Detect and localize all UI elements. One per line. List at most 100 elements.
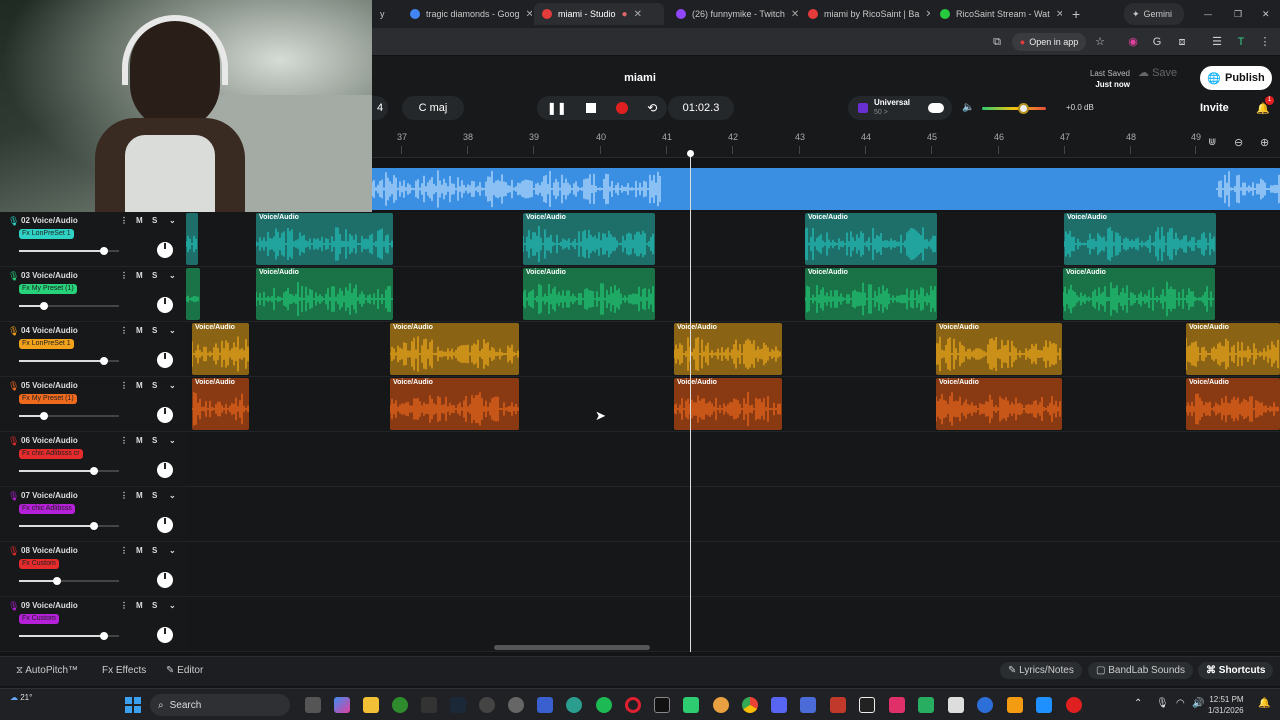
app-icon[interactable] <box>859 697 875 713</box>
track-name[interactable]: 02 Voice/Audio <box>21 216 78 225</box>
file-explorer-icon[interactable] <box>363 697 379 713</box>
app-icon[interactable] <box>1007 697 1023 713</box>
gemini-button[interactable]: ✦ Gemini <box>1124 3 1184 25</box>
chevron-down-icon[interactable]: ⌄ <box>169 216 176 225</box>
preset-selector[interactable]: Universal 50 > <box>848 96 952 120</box>
zoom-out-icon[interactable]: ⊖ <box>1234 136 1243 149</box>
tab-tragic-diamonds[interactable]: tragic diamonds - Goog ✕ <box>402 3 532 25</box>
track-volume-slider[interactable] <box>19 357 119 365</box>
extension-icon[interactable]: ◉ <box>1126 35 1140 49</box>
pause-icon[interactable]: ❚❚ <box>547 101 567 115</box>
shortcuts-button[interactable]: ⌘ Shortcuts <box>1198 662 1274 679</box>
settings-gear-icon[interactable] <box>508 697 524 713</box>
app-icon[interactable] <box>479 697 495 713</box>
close-icon[interactable]: ✕ <box>1056 9 1062 20</box>
solo-button[interactable]: S <box>152 271 157 280</box>
audio-clip-partial[interactable] <box>186 268 200 320</box>
taskbar-clock[interactable]: 12:51 PM 1/31/2026 <box>1208 694 1244 716</box>
loop-icon[interactable]: ⟲ <box>647 101 657 115</box>
epic-games-icon[interactable] <box>421 697 437 713</box>
tab-partial[interactable]: y <box>372 3 402 25</box>
track-volume-knob[interactable] <box>90 467 98 475</box>
pan-knob[interactable] <box>157 462 173 478</box>
zoom-in-icon[interactable]: ⊕ <box>1260 136 1269 149</box>
master-volume-slider[interactable] <box>982 103 1046 114</box>
fx-preset-badge[interactable]: Fx LonPreSet 1 <box>19 229 74 239</box>
close-icon[interactable]: ✕ <box>634 9 642 20</box>
track-volume-slider[interactable] <box>19 632 119 640</box>
fx-preset-badge[interactable]: Fx chic Adlibsss <box>19 504 75 514</box>
spotify-icon[interactable] <box>596 697 612 713</box>
track-menu-icon[interactable]: ⋮ <box>120 546 128 555</box>
pan-knob[interactable] <box>157 242 173 258</box>
audio-clip[interactable]: Voice/Audio <box>936 378 1062 430</box>
app-icon[interactable] <box>800 697 816 713</box>
pan-knob[interactable] <box>157 407 173 423</box>
track-volume-slider[interactable] <box>19 247 119 255</box>
record-icon[interactable] <box>615 102 628 114</box>
pan-knob[interactable] <box>157 297 173 313</box>
track-name[interactable]: 07 Voice/Audio <box>21 491 78 500</box>
preset-toggle[interactable] <box>928 103 944 113</box>
audio-clip[interactable]: Voice/Audio <box>390 323 519 375</box>
track-header[interactable]: 🎙 08 Voice/Audio ⋮ M S ⌄ Fx Custom <box>0 542 186 596</box>
track-name[interactable]: 05 Voice/Audio <box>21 381 78 390</box>
track-volume-slider[interactable] <box>19 412 119 420</box>
app-icon[interactable] <box>948 697 964 713</box>
chevron-down-icon[interactable]: ⌄ <box>169 601 176 610</box>
master-volume-knob[interactable] <box>1018 103 1029 114</box>
audio-clip[interactable]: Voice/Audio <box>1186 323 1280 375</box>
bar-display[interactable]: 4 <box>372 96 388 120</box>
solo-button[interactable]: S <box>152 601 157 610</box>
reading-list-icon[interactable]: ☰ <box>1210 35 1224 49</box>
audio-clip[interactable]: Voice/Audio <box>192 323 249 375</box>
lyrics-notes-button[interactable]: ✎ Lyrics/Notes <box>1000 662 1082 679</box>
track-volume-slider[interactable] <box>19 467 119 475</box>
chevron-down-icon[interactable]: ⌄ <box>169 271 176 280</box>
fx-preset-badge[interactable]: Fx My Preset (1) <box>19 394 77 404</box>
audio-clip[interactable]: Voice/Audio <box>805 268 937 320</box>
track-name[interactable]: 04 Voice/Audio <box>21 326 78 335</box>
song-title[interactable]: miami <box>600 72 680 84</box>
audio-clip[interactable]: Voice/Audio <box>936 323 1062 375</box>
editor-button[interactable]: ✎ Editor <box>166 665 203 676</box>
track-header[interactable]: 🎙 06 Voice/Audio ⋮ M S ⌄ Fx chic Adlibsss cr <box>0 432 186 486</box>
browser-menu-icon[interactable]: ⋮ <box>1258 35 1272 49</box>
chevron-down-icon[interactable]: ⌄ <box>169 546 176 555</box>
close-icon[interactable]: ✕ <box>526 9 532 20</box>
taskbar-search[interactable]: ⌕ Search <box>150 694 290 716</box>
solo-button[interactable]: S <box>152 491 157 500</box>
open-in-app-button[interactable]: ● Open in app <box>1012 33 1086 51</box>
track-menu-icon[interactable]: ⋮ <box>120 381 128 390</box>
discord-icon[interactable] <box>713 697 729 713</box>
mute-button[interactable]: M <box>136 381 143 390</box>
track-header[interactable]: 🎙 05 Voice/Audio ⋮ M S ⌄ Fx My Preset (1) <box>0 377 186 431</box>
pan-knob[interactable] <box>157 627 173 643</box>
maximize-button[interactable]: ❐ <box>1226 3 1242 25</box>
audio-clip[interactable]: Voice/Audio <box>256 268 393 320</box>
track-volume-knob[interactable] <box>100 632 108 640</box>
chevron-down-icon[interactable]: ⌄ <box>169 491 176 500</box>
microphone-icon[interactable]: 🎙 <box>1156 698 1169 709</box>
tab-miami-ricosaint[interactable]: miami by RicoSaint | Ba ✕ <box>800 3 930 25</box>
app-icon[interactable] <box>830 697 846 713</box>
audio-clip[interactable]: Voice/Audio <box>523 213 655 265</box>
app-icon[interactable] <box>977 697 993 713</box>
chevron-down-icon[interactable]: ⌄ <box>169 436 176 445</box>
track-header[interactable]: 🎙 09 Voice/Audio ⋮ M S ⌄ Fx Custom <box>0 597 186 651</box>
mute-button[interactable]: M <box>136 271 143 280</box>
track-header[interactable]: 🎙 02 Voice/Audio ⋮ M S ⌄ Fx LonPreSet 1 <box>0 212 186 266</box>
track-volume-knob[interactable] <box>40 302 48 310</box>
mute-speaker-icon[interactable]: 🔈 <box>962 102 974 113</box>
fx-preset-badge[interactable]: Fx My Preset (1) <box>19 284 77 294</box>
chevron-down-icon[interactable]: ⌄ <box>169 381 176 390</box>
bandlab-icon[interactable] <box>1066 697 1082 713</box>
magnet-icon[interactable]: ⋓ <box>1208 137 1216 148</box>
capcut-icon[interactable] <box>654 697 670 713</box>
notification-center-icon[interactable]: 🔔 <box>1258 698 1270 709</box>
xbox-icon[interactable] <box>392 697 408 713</box>
save-button[interactable]: ☁ Save <box>1138 66 1177 79</box>
track-menu-icon[interactable]: ⋮ <box>120 436 128 445</box>
app-icon[interactable] <box>566 697 582 713</box>
key-selector[interactable]: C maj <box>402 96 464 120</box>
